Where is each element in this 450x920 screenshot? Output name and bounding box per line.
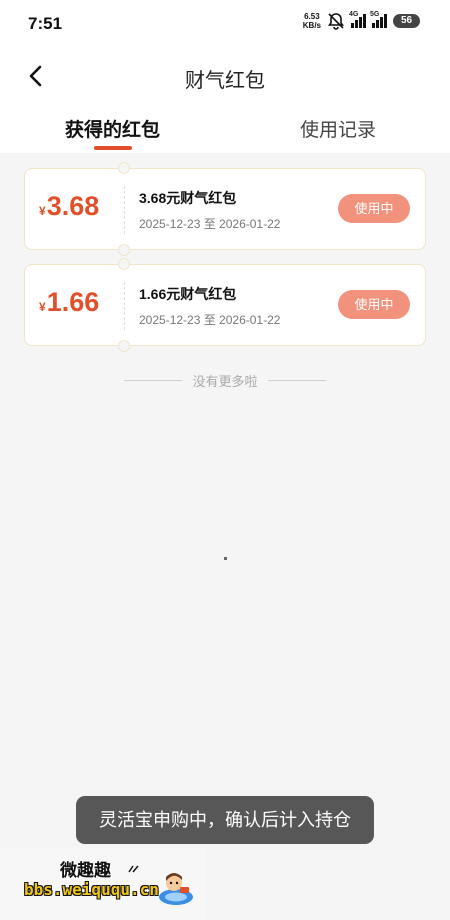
coupon-title: 1.66元财气红包 <box>139 286 237 302</box>
coupon-title: 3.68元财气红包 <box>139 190 237 206</box>
currency-symbol: ¥ <box>39 300 46 314</box>
toast-message: 灵活宝申购中，确认后计入持仓 <box>76 796 374 844</box>
bell-muted-icon <box>327 13 345 30</box>
signal-4g-tag: 4G <box>349 11 359 18</box>
status-bar: 7:51 6.53 KB/s 4G 5G 56 <box>0 0 450 48</box>
header-area: 7:51 6.53 KB/s 4G 5G 56 财气红包 获得的红包 使用记录 <box>0 0 450 153</box>
ticket-divider <box>124 186 125 234</box>
in-use-badge[interactable]: 使用中 <box>338 194 410 223</box>
page-title: 财气红包 <box>185 70 265 92</box>
watermark-title: 微趣趣 <box>60 861 111 880</box>
nav-bar: 财气红包 <box>0 52 450 100</box>
watermark-url: bbs.weiququ.cn <box>24 880 159 899</box>
coupon-amount-value: 1.66 <box>46 287 100 317</box>
ticket-divider <box>124 282 125 330</box>
ticket-notch <box>118 244 130 256</box>
battery-icon: 56 <box>393 14 420 28</box>
tab-bar: 获得的红包 使用记录 <box>0 110 450 153</box>
net-speed: 6.53 KB/s <box>303 12 321 30</box>
signal-5g-tag: 5G <box>370 11 380 18</box>
currency-symbol: ¥ <box>39 204 46 218</box>
mascot-icon <box>159 873 193 905</box>
status-icons: 6.53 KB/s 4G 5G 56 <box>303 11 420 30</box>
status-time: 7:51 <box>28 14 63 33</box>
signal-4g-icon: 4G <box>349 11 366 28</box>
in-use-badge[interactable]: 使用中 <box>338 290 410 319</box>
divider-line <box>267 380 326 381</box>
coupon-amount-value: 3.68 <box>46 191 100 221</box>
coupon-amount: ¥ 3.68 <box>39 191 99 222</box>
tab-usage-history[interactable]: 使用记录 <box>300 115 376 142</box>
loading-dot <box>224 557 227 560</box>
net-speed-unit: KB/s <box>302 21 321 30</box>
coupon-card[interactable]: ¥ 3.68 3.68元财气红包 2025-12-23 至 2026-01-22… <box>24 162 426 256</box>
active-tab-indicator <box>94 146 132 150</box>
list-end-indicator: 没有更多啦 <box>0 371 450 390</box>
list-end-text: 没有更多啦 <box>192 374 258 389</box>
coupon-amount: ¥ 1.66 <box>39 287 99 318</box>
coupon-validity: 2025-12-23 至 2026-01-22 <box>139 217 281 231</box>
divider-line <box>124 380 183 381</box>
coupon-validity: 2025-12-23 至 2026-01-22 <box>139 313 281 327</box>
ticket-notch <box>118 162 130 174</box>
ticket-notch <box>118 340 130 352</box>
net-speed-value: 6.53 <box>304 12 320 21</box>
coupon-card[interactable]: ¥ 1.66 1.66元财气红包 2025-12-23 至 2026-01-22… <box>24 258 426 352</box>
ticket-notch <box>118 258 130 270</box>
tab-earned-coupons[interactable]: 获得的红包 <box>65 115 160 142</box>
watermark: 微趣趣 bbs.weiququ.cn <box>0 848 205 920</box>
squiggle-icon <box>128 865 139 873</box>
signal-5g-icon: 5G <box>370 11 387 28</box>
